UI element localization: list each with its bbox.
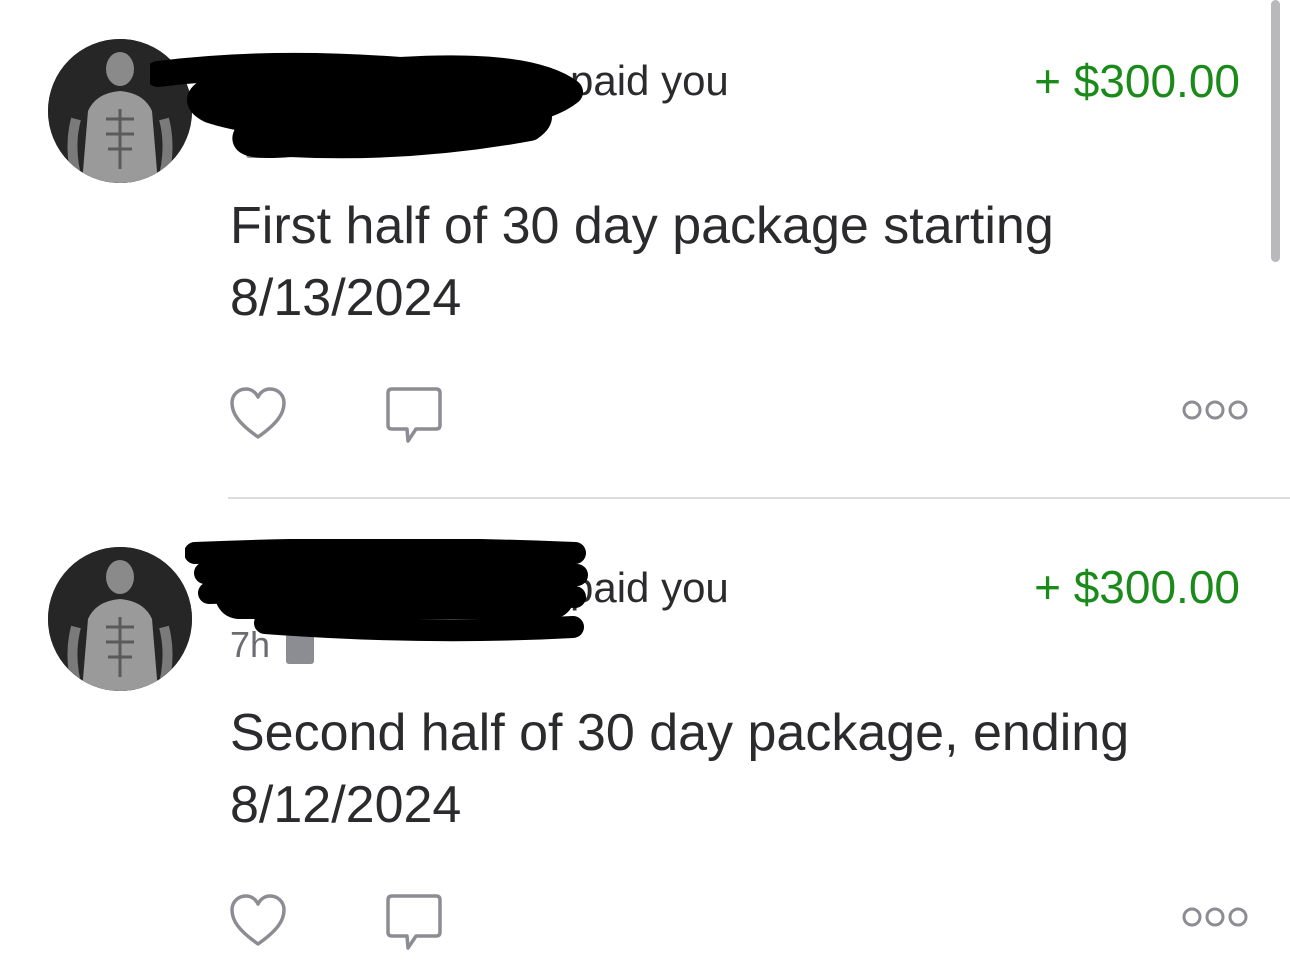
payment-feed: paid you + $300.00 First half of 30 day …: [0, 0, 1290, 969]
note-line: 8/12/2024: [230, 776, 462, 834]
note-line: Second half of 30 day package, ending: [230, 704, 1130, 762]
note-line: 8/13/2024: [230, 269, 462, 327]
comment-bubble-icon: [386, 387, 442, 443]
like-button[interactable]: [228, 892, 288, 955]
timestamp: 7h: [230, 624, 271, 665]
story-actions: [228, 892, 1248, 952]
story-actions: [228, 385, 1248, 445]
payment-headline: paid you: [232, 57, 729, 105]
scrollbar[interactable]: [1271, 0, 1280, 262]
more-dots-icon: [1182, 400, 1248, 420]
avatar[interactable]: [48, 547, 192, 691]
payment-amount: + $300.00: [1034, 561, 1240, 613]
heart-icon: [230, 387, 286, 439]
story-meta: [230, 120, 274, 158]
comment-bubble-icon: [386, 894, 442, 950]
more-options-button[interactable]: [1182, 399, 1248, 426]
payment-story[interactable]: paid you 7h + $300.00 Second half of 30 …: [0, 499, 1290, 969]
avatar[interactable]: [48, 39, 192, 183]
privacy-icon: [246, 120, 274, 158]
heart-icon: [230, 894, 286, 946]
payment-note: Second half of 30 day package, ending 8/…: [230, 697, 1230, 841]
headline-suffix: paid you: [570, 57, 729, 104]
note-line: First half of 30 day package starting: [230, 197, 1054, 255]
privacy-icon: [286, 626, 315, 664]
payment-headline: paid you: [232, 564, 729, 612]
payer-name-redacted[interactable]: [232, 64, 570, 104]
more-dots-icon: [1182, 907, 1248, 927]
like-button[interactable]: [228, 385, 288, 448]
payer-name-redacted[interactable]: [232, 571, 570, 611]
more-options-button[interactable]: [1182, 906, 1248, 933]
comment-button[interactable]: [384, 892, 444, 957]
story-meta: 7h: [230, 624, 315, 665]
comment-button[interactable]: [384, 385, 444, 450]
payment-amount: + $300.00: [1034, 55, 1240, 107]
payment-note: First half of 30 day package starting 8/…: [230, 190, 1230, 334]
headline-suffix: paid you: [570, 564, 729, 611]
payment-story[interactable]: paid you + $300.00 First half of 30 day …: [0, 0, 1290, 498]
